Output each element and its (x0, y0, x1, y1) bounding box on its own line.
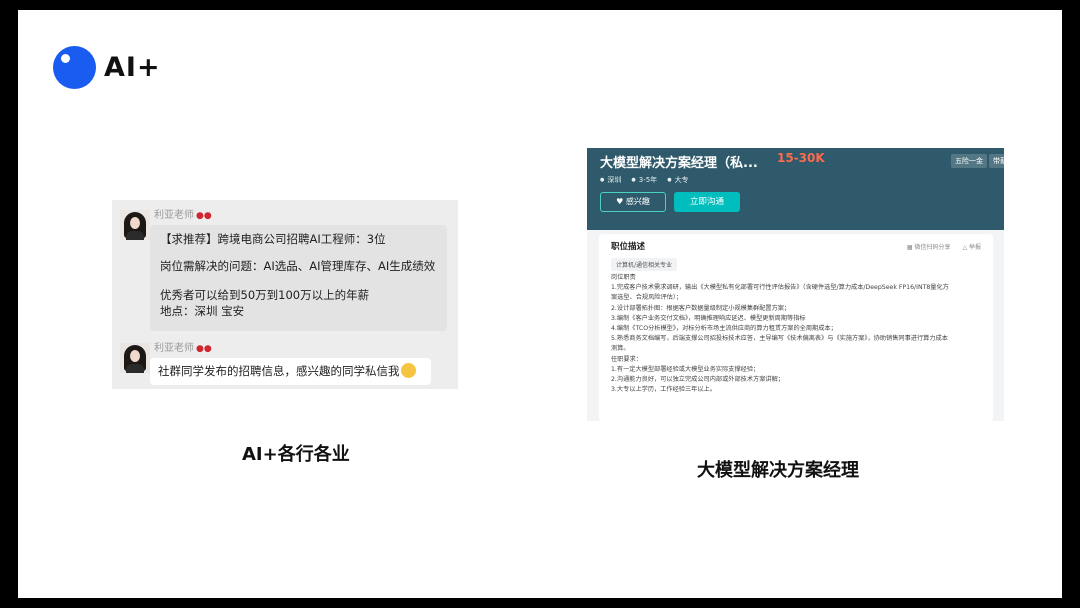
sender-name: 利亚老师 ●● (154, 210, 212, 221)
message-line: 【求推荐】跨境电商公司招聘AI工程师：3位 (160, 232, 386, 246)
description-line: 2.设计部署拓扑图：根据客户数据量级制定小规模集群配置方案； (611, 304, 791, 312)
location: 深圳 (600, 175, 621, 185)
caption-left: AI+各行各业 (242, 444, 350, 465)
benefit-tag: 五险一金 (951, 154, 987, 168)
job-description-card: 职位描述 ▦ 微信扫码分享 △ 举报 计算机/通信相关专业 岗位职责 1.完成客… (599, 234, 993, 421)
chat-now-button[interactable]: 立即沟通 (674, 192, 740, 212)
share-link[interactable]: ▦ 微信扫码分享 (907, 242, 951, 251)
description-line: 岗位职责 (611, 274, 636, 281)
description-line: 2.沟通能力良好，可以独立完成公司内部或外部技术方案讲解； (611, 376, 784, 384)
benefit-tag: 带薪 (989, 154, 1004, 168)
logo-circle-icon (53, 46, 96, 89)
message-line: 地点：深圳 宝安 (160, 304, 245, 318)
avatar (120, 343, 150, 373)
interest-button[interactable]: ♥ 感兴趣 (600, 192, 666, 212)
description-line: 1.完成客户技术需求调研，输出《大模型私有化部署可行性评估报告》（含硬件选型/算… (611, 284, 949, 292)
description-line: 测算。 (611, 345, 630, 353)
education: 大专 (667, 175, 689, 185)
skill-tag: 计算机/通信相关专业 (611, 258, 678, 271)
smile-emoji-icon (400, 363, 416, 378)
description-title: 职位描述 (611, 242, 646, 252)
chat-bubble-recruitment: 【求推荐】跨境电商公司招聘AI工程师：3位 岗位需解决的问题：AI选品、AI管理… (150, 225, 447, 331)
job-meta: 深圳 3-5年 大专 (600, 175, 689, 185)
report-link[interactable]: △ 举报 (962, 242, 981, 251)
description-line: 1.有一定大模型部署经验或大模型业务实际支撑经验； (611, 365, 760, 373)
experience: 3-5年 (631, 175, 657, 185)
description-line: 5.熟悉商务文档编写，后端支撑公司招投标技术应答，主导编写《技术偏离表》与《实施… (611, 335, 948, 343)
description-line: 任职要求： (611, 355, 642, 363)
chat-screenshot: 利亚老师 ●● 【求推荐】跨境电商公司招聘AI工程师：3位 岗位需解决的问题：AI… (112, 200, 458, 389)
job-posting-screenshot: 大模型解决方案经理（私... 15-30K 五险一金 带薪 深圳 3-5年 大专… (587, 148, 1004, 421)
logo: AI+ (53, 46, 161, 89)
caption-right: 大模型解决方案经理 (697, 460, 859, 481)
job-header: 大模型解决方案经理（私... 15-30K 五险一金 带薪 深圳 3-5年 大专… (587, 148, 1004, 230)
message-line: 岗位需解决的问题：AI选品、AI管理库存、AI生成绩效 (160, 259, 436, 273)
sender-name: 利亚老师 ●● (154, 343, 212, 354)
avatar (120, 210, 150, 240)
description-line: 3.编制《客户业务交付文档》，明确推理响应延迟、模型更新周期等指标 (611, 314, 806, 322)
description-body: 岗位职责 1.完成客户技术需求调研，输出《大模型私有化部署可行性评估报告》（含硬… (611, 273, 981, 395)
message-line: 优秀者可以给到50万到100万以上的年薪 (160, 288, 370, 302)
job-title: 大模型解决方案经理（私... (600, 156, 758, 171)
slide: AI+ 利亚老师 ●● 【求推荐】跨境电商公司招聘AI工程师：3位 岗位需解决的问… (18, 10, 1062, 598)
description-line: 3.大专以上学历，工作经验三年以上。 (611, 386, 716, 394)
chat-bubble-note: 社群同学发布的招聘信息，感兴趣的同学私信我 (150, 358, 431, 385)
logo-text: AI+ (104, 52, 161, 83)
description-line: 案选型、合规风险评估）； (611, 294, 683, 302)
job-salary: 15-30K (777, 151, 825, 165)
description-line: 4.编制《TCO分析模型》，对标分析市场主流供应商的算力租赁方案的全周期成本； (611, 325, 837, 333)
heart-icon: ♥ (616, 197, 626, 206)
